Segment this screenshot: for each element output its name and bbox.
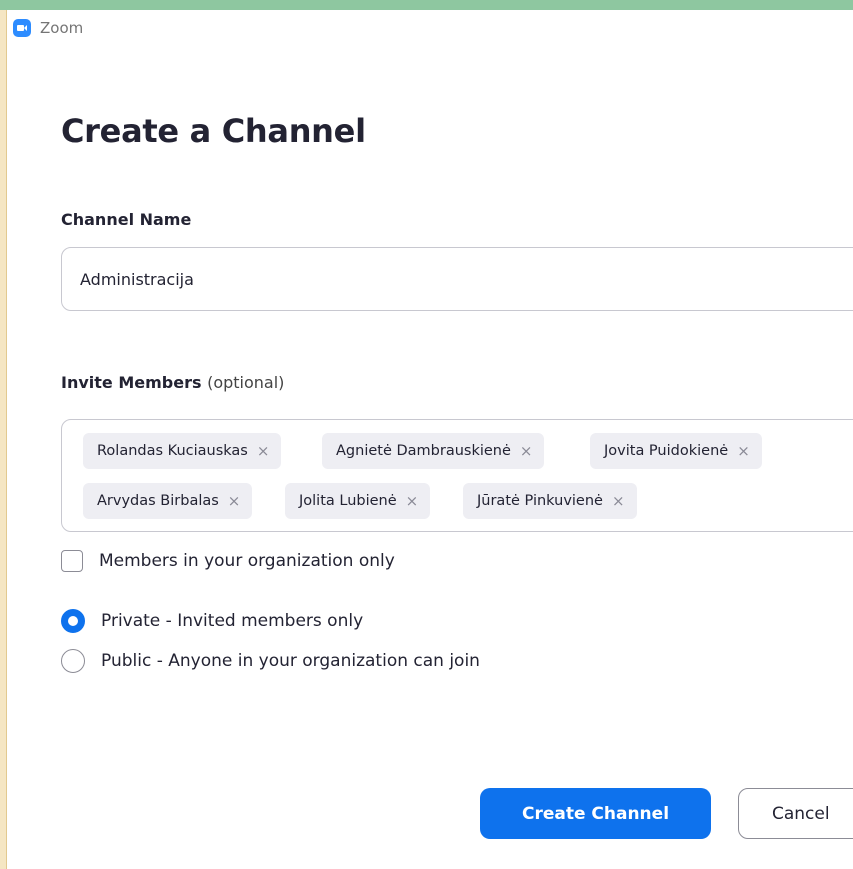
desktop-top-strip xyxy=(0,0,853,10)
title-bar: Zoom xyxy=(7,10,853,46)
public-option[interactable]: Public - Anyone in your organization can… xyxy=(61,649,480,673)
invite-members-label-text: Invite Members xyxy=(61,373,202,392)
member-chip-label: Agnietė Dambrauskienė xyxy=(336,443,511,459)
page-title: Create a Channel xyxy=(61,112,366,150)
private-option[interactable]: Private - Invited members only xyxy=(61,609,363,633)
invite-members-field[interactable]: Rolandas Kuciauskas × Agnietė Dambrauski… xyxy=(61,419,853,532)
org-only-label: Members in your organization only xyxy=(99,551,395,571)
public-radio[interactable] xyxy=(61,649,85,673)
org-only-checkbox[interactable] xyxy=(61,550,83,572)
member-chip: Jūratė Pinkuvienė × xyxy=(463,483,637,519)
channel-name-input[interactable] xyxy=(61,247,853,311)
member-chip-label: Jūratė Pinkuvienė xyxy=(477,493,603,509)
org-only-option[interactable]: Members in your organization only xyxy=(61,550,395,572)
optional-hint: (optional) xyxy=(207,373,285,392)
member-chip-label: Arvydas Birbalas xyxy=(97,493,219,509)
private-radio[interactable] xyxy=(61,609,85,633)
remove-member-icon[interactable]: × xyxy=(406,492,419,510)
remove-member-icon[interactable]: × xyxy=(737,442,750,460)
desktop-left-strip xyxy=(0,10,7,869)
public-label: Public - Anyone in your organization can… xyxy=(101,651,480,671)
member-chip: Jolita Lubienė × xyxy=(285,483,431,519)
member-chip: Agnietė Dambrauskienė × xyxy=(322,433,545,469)
remove-member-icon[interactable]: × xyxy=(520,442,533,460)
remove-member-icon[interactable]: × xyxy=(257,442,270,460)
member-chip: Rolandas Kuciauskas × xyxy=(83,433,282,469)
member-chip-label: Jolita Lubienė xyxy=(299,493,397,509)
create-channel-button[interactable]: Create Channel xyxy=(480,788,711,839)
window-title: Zoom xyxy=(40,19,84,37)
member-chip-label: Rolandas Kuciauskas xyxy=(97,443,248,459)
channel-name-label: Channel Name xyxy=(61,210,192,229)
remove-member-icon[interactable]: × xyxy=(228,492,241,510)
private-label: Private - Invited members only xyxy=(101,611,364,631)
zoom-camera-icon xyxy=(13,19,31,37)
member-chip: Arvydas Birbalas × xyxy=(83,483,253,519)
remove-member-icon[interactable]: × xyxy=(612,492,625,510)
member-chip-label: Jovita Puidokienė xyxy=(604,443,729,459)
invite-members-label: Invite Members (optional) xyxy=(61,373,284,392)
member-chip: Jovita Puidokienė × xyxy=(590,433,762,469)
cancel-button[interactable]: Cancel xyxy=(738,788,853,839)
